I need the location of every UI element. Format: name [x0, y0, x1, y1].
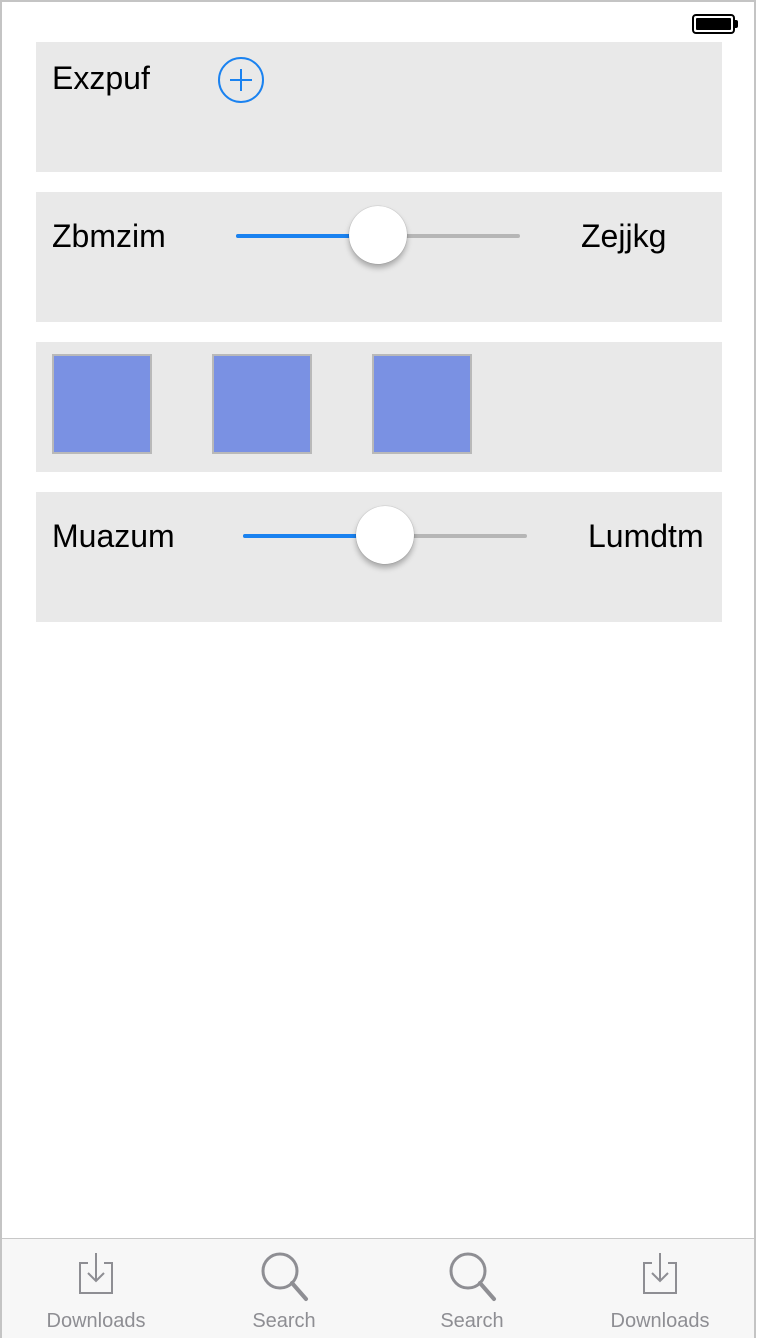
- tab-downloads-2[interactable]: Downloads: [566, 1239, 754, 1339]
- color-swatch[interactable]: [212, 354, 312, 454]
- download-icon: [79, 1253, 113, 1294]
- device-frame: Exzpuf Zbmzim Zejjkg Muazum Lumdtm Downl…: [0, 0, 756, 1338]
- slider-min-label: Muazum: [52, 518, 175, 554]
- plus-circle-icon[interactable]: [218, 57, 264, 103]
- panel-exzpuf: Exzpuf: [36, 42, 722, 172]
- slider-thumb[interactable]: [356, 506, 414, 564]
- battery-full-icon: [692, 14, 738, 34]
- slider-min-label: Zbmzim: [52, 218, 166, 254]
- tab-label: Downloads: [46, 1310, 146, 1332]
- search-icon: [261, 1252, 308, 1301]
- tab-label: Search: [252, 1310, 316, 1332]
- download-icon: [643, 1253, 677, 1294]
- panel-slider-1: Zbmzim Zejjkg: [36, 192, 722, 322]
- search-icon: [449, 1252, 496, 1301]
- slider-2[interactable]: [243, 506, 527, 566]
- tab-search-2[interactable]: Search: [378, 1239, 566, 1339]
- tab-downloads-1[interactable]: Downloads: [2, 1239, 190, 1339]
- slider-thumb[interactable]: [349, 206, 407, 264]
- slider-max-label: Zejjkg: [581, 218, 667, 254]
- panel-slider-2: Muazum Lumdtm: [36, 492, 722, 622]
- panel-label: Exzpuf: [52, 60, 150, 96]
- tab-label: Search: [440, 1310, 504, 1332]
- color-swatch[interactable]: [372, 354, 472, 454]
- tab-bar: Downloads Search Search Downloads: [2, 1238, 754, 1338]
- slider-1[interactable]: [236, 206, 520, 266]
- color-swatch[interactable]: [52, 354, 152, 454]
- tab-search-1[interactable]: Search: [190, 1239, 378, 1339]
- tab-label: Downloads: [610, 1310, 710, 1332]
- slider-max-label: Lumdtm: [588, 518, 704, 554]
- panel-swatches: [36, 342, 722, 472]
